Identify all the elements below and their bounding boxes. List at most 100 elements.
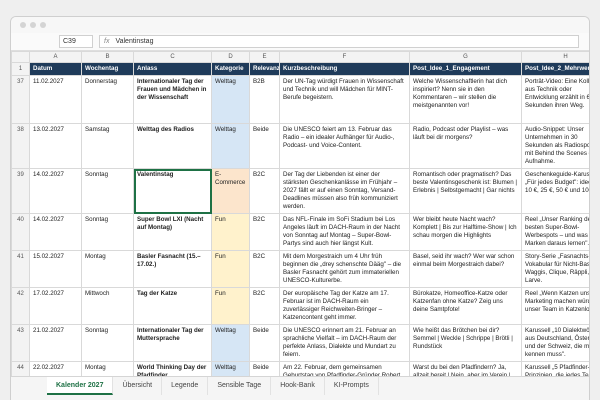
cell-occasion[interactable]: Tag der Katze <box>133 287 212 325</box>
header-cell-post-idee-2[interactable]: Post_Idee_2_Mehrwert <box>521 62 589 76</box>
cell-weekday[interactable]: Sonntag <box>81 213 134 251</box>
cell-post-idea-1[interactable]: Basel, seid ihr wach? Wer war schon einm… <box>409 250 522 288</box>
column-header-b[interactable]: B <box>81 51 134 63</box>
cell-post-idea-1[interactable]: Romantisch oder pragmatisch? Das beste V… <box>409 168 522 214</box>
cell-date[interactable]: 17.02.2027 <box>29 287 82 325</box>
cell-weekday[interactable]: Sonntag <box>81 168 134 214</box>
cell-relevance[interactable]: B2C <box>249 213 280 251</box>
cell-occasion[interactable]: Basler Fasnacht (15.–17.02.) <box>133 250 212 288</box>
cell-post-idea-1[interactable]: Radio, Podcast oder Playlist – was läuft… <box>409 123 522 169</box>
cell-post-idea-2[interactable]: Karussell „10 Dialektwörter aus Deutschl… <box>521 324 589 362</box>
cell-category[interactable]: Fun <box>211 213 250 251</box>
minimize-window-icon[interactable] <box>30 22 36 28</box>
cell-post-idea-2[interactable]: Porträt-Video: Eine Kollegin aus Technik… <box>521 75 589 124</box>
sheet-tab[interactable]: Sensible Tage <box>208 377 272 395</box>
cell-relevance[interactable]: Beide <box>249 123 280 169</box>
cell-weekday[interactable]: Mittwoch <box>81 287 134 325</box>
cell-description[interactable]: Der Tag der Liebenden ist einer der stär… <box>279 168 410 214</box>
cell-date[interactable]: 14.02.2027 <box>29 168 82 214</box>
cell-post-idea-1[interactable]: Wie heißt das Brötchen bei dir? Semmel |… <box>409 324 522 362</box>
cell-relevance[interactable]: B2C <box>249 250 280 288</box>
cell-post-idea-2[interactable]: Audio-Snippet: Unser Unternehmen in 30 S… <box>521 123 589 169</box>
cell-weekday[interactable]: Sonntag <box>81 324 134 362</box>
row-number[interactable]: 41 <box>11 250 30 288</box>
row-number[interactable]: 38 <box>11 123 30 169</box>
cell-category[interactable]: Welttag <box>211 361 250 376</box>
cell-description[interactable]: Der UN-Tag würdigt Frauen in Wissenschaf… <box>279 75 410 124</box>
sheet-tab[interactable]: Legende <box>162 377 209 395</box>
select-all-corner[interactable] <box>11 51 30 63</box>
cell-description[interactable]: Mit dem Morgestraich um 4 Uhr früh begin… <box>279 250 410 288</box>
cell-post-idea-2[interactable]: Reel „Unser Ranking der besten Super-Bow… <box>521 213 589 251</box>
header-cell-wochentag[interactable]: Wochentag <box>81 62 134 76</box>
row-number[interactable]: 44 <box>11 361 30 376</box>
cell-category[interactable]: E-Commerce <box>211 168 250 214</box>
sheet-tab[interactable]: Hook-Bank <box>271 377 325 395</box>
row-number[interactable]: 40 <box>11 213 30 251</box>
cell-occasion[interactable]: World Thinking Day der Pfadfinder <box>133 361 212 376</box>
column-header-c[interactable]: C <box>133 51 212 63</box>
cell-weekday[interactable]: Donnerstag <box>81 75 134 124</box>
column-header-a[interactable]: A <box>29 51 82 63</box>
row-number[interactable]: 43 <box>11 324 30 362</box>
cell-post-idea-2[interactable]: Reel „Wenn Katzen unser Marketing machen… <box>521 287 589 325</box>
cell-post-idea-2[interactable]: Karussell „5 Pfadfinder-Prinzipien, die … <box>521 361 589 376</box>
cell-post-idea-1[interactable]: Wer bleibt heute Nacht wach? Komplett | … <box>409 213 522 251</box>
column-header-f[interactable]: F <box>279 51 410 63</box>
cell-category[interactable]: Fun <box>211 250 250 288</box>
cell-occasion[interactable]: Welttag des Radios <box>133 123 212 169</box>
cell-description[interactable]: Am 22. Februar, dem gemeinsamen Geburtst… <box>279 361 410 376</box>
column-header-d[interactable]: D <box>211 51 250 63</box>
sheet-tab[interactable]: KI-Prompts <box>325 377 379 395</box>
row-number[interactable]: 42 <box>11 287 30 325</box>
header-cell-kategorie[interactable]: Kategorie <box>211 62 250 76</box>
cell-category[interactable]: Welttag <box>211 75 250 124</box>
row-number[interactable]: 37 <box>11 75 30 124</box>
sheet-tab[interactable]: Kalender 2027 <box>47 377 114 395</box>
cell-weekday[interactable]: Montag <box>81 250 134 288</box>
cell-post-idea-2[interactable]: Geschenkeguide-Karussell „Für jedes Budg… <box>521 168 589 214</box>
header-cell-kurzbeschreibung[interactable]: Kurzbeschreibung <box>279 62 410 76</box>
sheet-tab[interactable]: Übersicht <box>113 377 163 395</box>
cell-date[interactable]: 15.02.2027 <box>29 250 82 288</box>
cell-category[interactable]: Fun <box>211 287 250 325</box>
row-number[interactable]: 39 <box>11 168 30 214</box>
header-cell-post-idee-1[interactable]: Post_Idee_1_Engagement <box>409 62 522 76</box>
cell-description[interactable]: Der europäische Tag der Katze am 17. Feb… <box>279 287 410 325</box>
column-header-g[interactable]: G <box>409 51 522 63</box>
cell-description[interactable]: Das NFL-Finale im SoFi Stadium bei Los A… <box>279 213 410 251</box>
cell-occasion[interactable]: Valentinstag <box>133 168 212 214</box>
formula-input[interactable]: fx Valentinstag <box>99 35 579 48</box>
header-cell-datum[interactable]: Datum <box>29 62 82 76</box>
column-header-h[interactable]: H <box>521 51 589 63</box>
cell-occasion[interactable]: Internationaler Tag der Frauen und Mädch… <box>133 75 212 124</box>
row-number[interactable]: 1 <box>11 62 30 76</box>
cell-occasion[interactable]: Internationaler Tag der Muttersprache <box>133 324 212 362</box>
cell-post-idea-2[interactable]: Story-Serie „Fasnachts-Vokabular für Nic… <box>521 250 589 288</box>
cell-relevance[interactable]: B2C <box>249 168 280 214</box>
cell-weekday[interactable]: Samstag <box>81 123 134 169</box>
sheet-grid[interactable]: A B C D E F G H 1 Datum Wochentag Anlass… <box>11 51 589 376</box>
header-cell-relevanz[interactable]: Relevanz <box>249 62 280 76</box>
cell-date[interactable]: 13.02.2027 <box>29 123 82 169</box>
cell-post-idea-1[interactable]: Bürokatze, Homeoffice-Katze oder Katzenf… <box>409 287 522 325</box>
cell-relevance[interactable]: B2B <box>249 75 280 124</box>
cell-description[interactable]: Die UNESCO feiert am 13. Februar das Rad… <box>279 123 410 169</box>
cell-category[interactable]: Welttag <box>211 123 250 169</box>
cell-post-idea-1[interactable]: Warst du bei den Pfadfindern? Ja, allzei… <box>409 361 522 376</box>
cell-relevance[interactable]: Beide <box>249 324 280 362</box>
cell-weekday[interactable]: Montag <box>81 361 134 376</box>
cell-description[interactable]: Die UNESCO erinnert am 21. Februar an sp… <box>279 324 410 362</box>
cell-date[interactable]: 22.02.2027 <box>29 361 82 376</box>
header-cell-anlass[interactable]: Anlass <box>133 62 212 76</box>
column-header-e[interactable]: E <box>249 51 280 63</box>
name-box[interactable]: C39 <box>59 35 93 48</box>
cell-date[interactable]: 11.02.2027 <box>29 75 82 124</box>
cell-date[interactable]: 14.02.2027 <box>29 213 82 251</box>
cell-date[interactable]: 21.02.2027 <box>29 324 82 362</box>
cell-relevance[interactable]: B2C <box>249 287 280 325</box>
cell-category[interactable]: Welttag <box>211 324 250 362</box>
maximize-window-icon[interactable] <box>40 22 46 28</box>
cell-occasion[interactable]: Super Bowl LXI (Nacht auf Montag) <box>133 213 212 251</box>
cell-relevance[interactable]: Beide <box>249 361 280 376</box>
